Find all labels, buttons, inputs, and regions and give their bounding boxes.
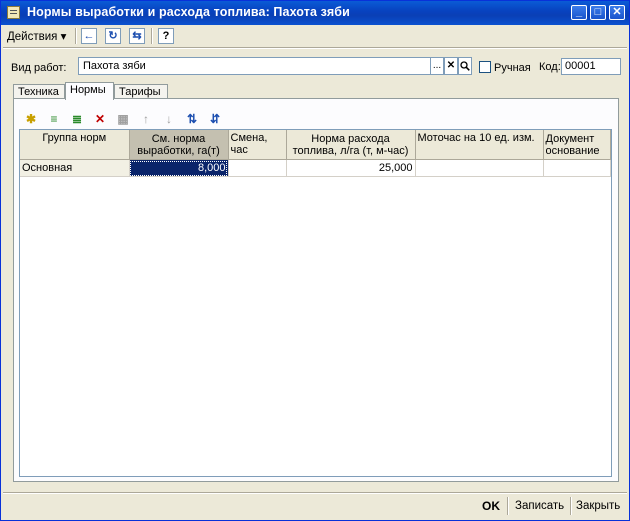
column-header-document[interactable]: Документ основание [543,130,611,160]
maximize-button[interactable]: □ [590,5,606,20]
cell-fuel[interactable]: 25,000 [286,159,416,177]
search-icon[interactable] [458,57,472,75]
go-to-icon[interactable]: ⇆ [129,28,145,44]
toolbar-separator [75,28,77,44]
norms-grid[interactable]: Группа норм См. норма выработки, га(т) С… [19,129,612,477]
work-type-label: Вид работ: [11,62,67,74]
cell-group[interactable]: Основная [20,159,130,177]
sort-ascending-icon[interactable]: ⇅ [184,111,200,127]
cell-document[interactable] [543,159,611,177]
table-header-row: Группа норм См. норма выработки, га(т) С… [20,130,611,160]
copy-row-icon[interactable]: ≣ [69,111,85,127]
command-bar: Действия ▾ ← ↻ ⇆ ? [3,26,627,46]
manual-label: Ручная [494,62,531,74]
code-input[interactable]: 00001 [561,58,621,75]
cell-norm[interactable]: 8,000 [129,159,229,177]
save-button[interactable]: Записать [515,497,564,515]
table-row[interactable]: Основная 8,000 25,000 [20,159,611,177]
help-icon[interactable]: ? [158,28,174,44]
work-type-input[interactable]: Пахота зяби [78,57,431,75]
cell-shift[interactable] [228,159,287,177]
actions-menu[interactable]: Действия ▾ [7,29,66,43]
delete-row-icon[interactable]: ✕ [92,111,108,127]
code-label: Код: [539,61,561,73]
refresh-icon[interactable]: ↻ [105,28,121,44]
tab-tariffs[interactable]: Тарифы [114,84,168,99]
ok-button[interactable]: OK [482,497,500,515]
button-separator [507,497,509,515]
move-up-icon[interactable]: ↑ [138,111,154,127]
select-button[interactable]: ... [430,57,444,75]
document-icon [7,6,20,19]
cell-motohour[interactable] [415,159,544,177]
toolbar-separator [151,28,153,44]
sort-descending-icon[interactable]: ⇵ [207,111,223,127]
norms-table: Группа норм См. норма выработки, га(т) С… [20,130,611,177]
end-edit-icon[interactable]: ▦ [115,111,131,127]
column-header-norm[interactable]: См. норма выработки, га(т) [129,130,229,160]
window-title: Нормы выработки и расхода топлива: Пахот… [27,5,350,19]
tab-technics[interactable]: Техника [13,84,65,99]
move-down-icon[interactable]: ↓ [161,111,177,127]
add-row-icon[interactable]: ✱ [23,111,39,127]
manual-checkbox[interactable] [479,61,491,73]
add-group-icon[interactable]: ≡ [46,111,62,127]
divider [3,47,627,49]
close-button[interactable]: Закрыть [576,497,620,515]
column-header-group[interactable]: Группа норм [20,130,130,160]
tab-norms[interactable]: Нормы [65,82,114,100]
back-arrow-icon[interactable]: ← [81,28,97,44]
clear-icon[interactable]: ✕ [444,57,458,75]
title-bar[interactable]: Нормы выработки и расхода топлива: Пахот… [1,1,629,25]
main-window: Нормы выработки и расхода топлива: Пахот… [0,0,630,521]
column-header-motohour[interactable]: Моточас на 10 ед. изм. [415,130,544,160]
column-header-fuel[interactable]: Норма расхода топлива, л/га (т, м-час) [286,130,416,160]
button-separator [570,497,572,515]
divider [3,492,627,494]
minimize-button[interactable]: _ [571,5,587,20]
column-header-shift[interactable]: Смена, час [228,130,287,160]
close-window-button[interactable]: ✕ [609,5,625,20]
